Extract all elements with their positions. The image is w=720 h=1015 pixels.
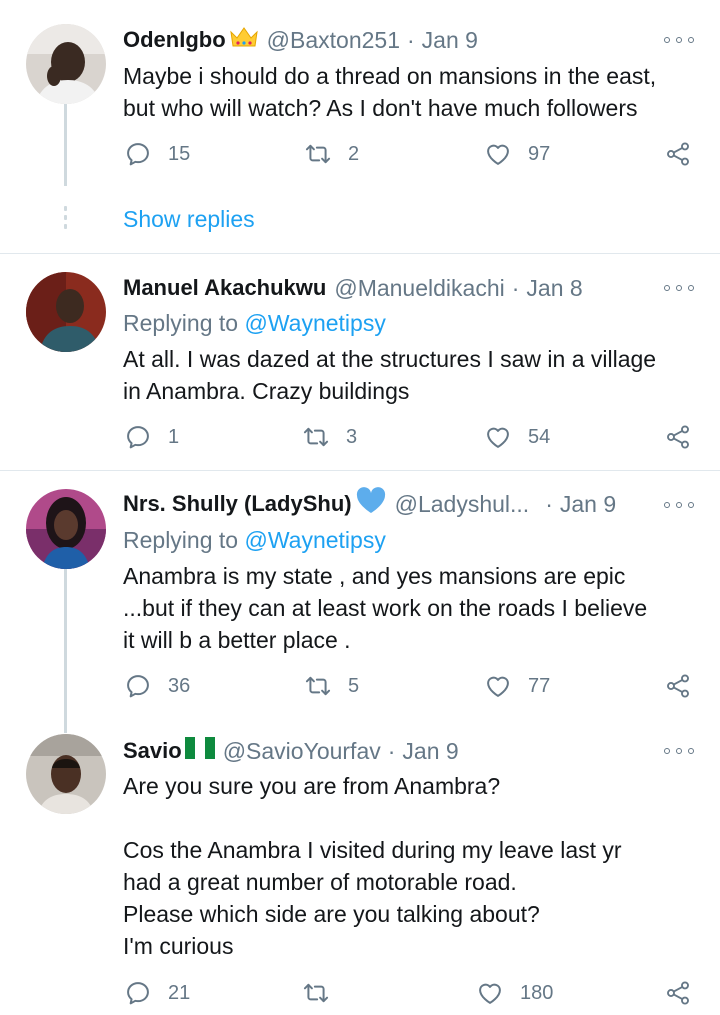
reply-count: 15: [168, 142, 191, 165]
avatar[interactable]: [26, 272, 106, 352]
tweet[interactable]: Savio @SavioYourfav · Jan 9 Are you sure…: [0, 719, 720, 1015]
share-icon: [664, 672, 692, 700]
tweet-text: Maybe i should do a thread on mansions i…: [123, 63, 657, 121]
replying-to-label: Replying to: [123, 527, 239, 553]
retweet-button[interactable]: 3: [302, 419, 357, 455]
replying-to: Replying to @Waynetipsy: [123, 527, 386, 554]
reply-count: 1: [168, 425, 180, 448]
retweet-count: 5: [348, 674, 360, 697]
separator-dot: ·: [511, 274, 520, 301]
heart-icon: [484, 140, 512, 168]
reply-count: 36: [168, 674, 191, 697]
avatar[interactable]: [26, 24, 106, 104]
tweet[interactable]: Nrs. Shully (LadyShu) @Ladyshul... · Jan…: [0, 471, 720, 719]
share-button[interactable]: [664, 136, 692, 172]
like-count: 77: [528, 674, 551, 697]
tweet-actions: 21 180: [0, 975, 720, 1011]
heart-icon: [484, 423, 512, 451]
share-button[interactable]: [664, 975, 692, 1011]
reply-button[interactable]: 1: [124, 419, 179, 455]
reply-icon: [124, 672, 152, 700]
tweet-date[interactable]: Jan 9: [422, 27, 478, 54]
display-name[interactable]: OdenIgbo: [123, 27, 226, 53]
tweet[interactable]: Manuel Akachukwu @Manueldikachi · Jan 8 …: [0, 254, 720, 470]
more-options-icon[interactable]: [664, 30, 694, 50]
user-handle[interactable]: @Ladyshul...: [395, 491, 530, 518]
display-name[interactable]: Nrs. Shully (LadyShu): [123, 491, 352, 517]
tweet-header: Nrs. Shully (LadyShu) @Ladyshul... · Jan…: [123, 487, 616, 521]
share-button[interactable]: [664, 419, 692, 455]
replying-to: Replying to @Waynetipsy: [123, 310, 386, 337]
retweet-icon: [304, 672, 332, 700]
more-options-icon[interactable]: [664, 495, 694, 515]
retweet-icon: [302, 979, 330, 1007]
reply-button[interactable]: 15: [124, 136, 190, 172]
user-handle[interactable]: @Manueldikachi: [334, 275, 504, 302]
mention-link[interactable]: @Waynetipsy: [244, 527, 385, 553]
retweet-button[interactable]: [302, 975, 346, 1011]
retweet-button[interactable]: 5: [304, 668, 359, 704]
separator-dot: ·: [406, 26, 415, 53]
thread-dots: [64, 206, 67, 233]
replying-to-label: Replying to: [123, 310, 239, 336]
like-count: 54: [528, 425, 551, 448]
retweet-count: 3: [346, 425, 358, 448]
heart-icon: [476, 979, 504, 1007]
tweet-actions: 36 5 77: [0, 668, 720, 704]
reply-icon: [124, 979, 152, 1007]
like-count: 180: [520, 981, 554, 1004]
tweet-header: Manuel Akachukwu @Manueldikachi · Jan 8: [123, 272, 583, 304]
share-icon: [664, 979, 692, 1007]
like-button[interactable]: 54: [484, 419, 550, 455]
tweet[interactable]: OdenIgbo @Baxton251 · Jan 9 Maybe i shou…: [0, 0, 720, 252]
tweet-text: Anambra is my state , and yes mansions a…: [123, 563, 648, 653]
like-button[interactable]: 180: [476, 975, 553, 1011]
separator-dot: ·: [387, 737, 396, 764]
thread-line: [64, 719, 67, 733]
user-handle[interactable]: @SavioYourfav: [223, 738, 381, 765]
tweet-date[interactable]: Jan 9: [560, 491, 616, 518]
tweet-text: Are you sure you are from Anambra? Cos t…: [123, 773, 622, 959]
like-button[interactable]: 77: [484, 668, 550, 704]
retweet-icon: [304, 140, 332, 168]
tweet-header: Savio @SavioYourfav · Jan 9: [123, 735, 459, 767]
share-icon: [664, 140, 692, 168]
heart-icon: [484, 672, 512, 700]
mention-link[interactable]: @Waynetipsy: [244, 310, 385, 336]
more-options-icon[interactable]: [664, 278, 694, 298]
reply-icon: [124, 140, 152, 168]
share-icon: [664, 423, 692, 451]
more-options-icon[interactable]: [664, 741, 694, 761]
tweet-actions: 15 2 97: [0, 136, 720, 172]
reply-button[interactable]: 36: [124, 668, 190, 704]
tweet-actions: 1 3 54: [0, 419, 720, 455]
display-name[interactable]: Savio: [123, 738, 182, 764]
crown-icon: [229, 26, 259, 54]
tweet-date[interactable]: Jan 8: [526, 275, 582, 302]
avatar[interactable]: [26, 734, 106, 814]
avatar[interactable]: [26, 489, 106, 569]
retweet-icon: [302, 423, 330, 451]
separator-dot: ·: [545, 490, 553, 517]
nigeria-flag-icon: [184, 736, 215, 766]
like-button[interactable]: 97: [484, 136, 550, 172]
display-name[interactable]: Manuel Akachukwu: [123, 275, 326, 301]
reply-count: 21: [168, 981, 191, 1004]
show-replies-link[interactable]: Show replies: [123, 206, 255, 233]
blue-heart-icon: [355, 487, 387, 521]
retweet-count: 2: [348, 142, 360, 165]
reply-button[interactable]: 21: [124, 975, 190, 1011]
reply-icon: [124, 423, 152, 451]
user-handle[interactable]: @Baxton251: [267, 27, 400, 54]
share-button[interactable]: [664, 668, 692, 704]
tweet-header: OdenIgbo @Baxton251 · Jan 9: [123, 24, 478, 56]
like-count: 97: [528, 142, 551, 165]
retweet-button[interactable]: 2: [304, 136, 359, 172]
tweet-date[interactable]: Jan 9: [402, 738, 458, 765]
tweet-text: At all. I was dazed at the structures I …: [123, 346, 657, 404]
